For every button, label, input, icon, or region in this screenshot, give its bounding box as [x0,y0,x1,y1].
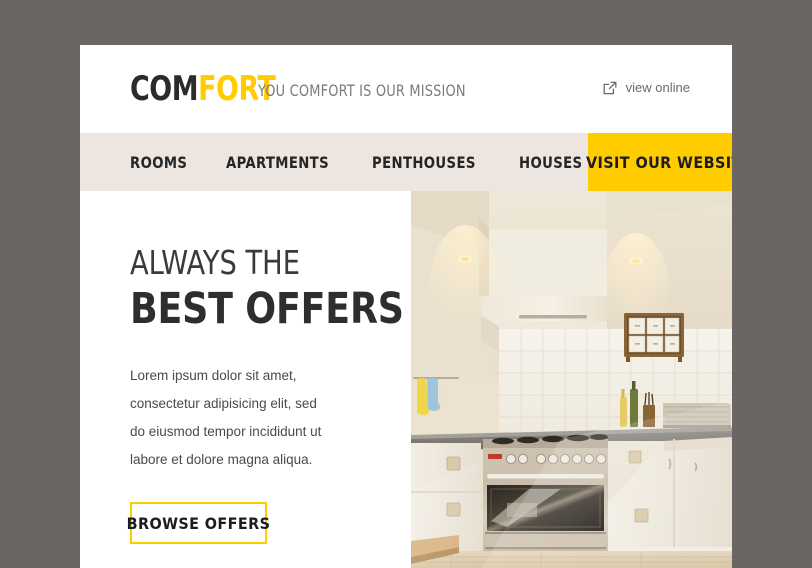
brand-logo-part1: COM [130,69,199,109]
nav-item-apartments[interactable]: APARTMENTS [226,153,329,172]
nav-item-penthouses[interactable]: PENTHOUSES [372,153,476,172]
hero-body-text: Lorem ipsum dolor sit amet, consectetur … [130,368,322,467]
view-online-link[interactable]: view online [603,80,690,95]
hero-headline-large: BEST OFFERS [130,284,404,334]
browse-offers-button[interactable]: BROWSE OFFERS [127,502,270,544]
nav-item-rooms[interactable]: ROOMS [130,153,187,172]
hero-kitchen-photo [411,191,732,568]
hero-section: ALWAYS THE BEST OFFERS Lorem ipsum dolor… [80,191,732,568]
visit-website-button[interactable]: VISIT OUR WEBSITE [586,133,732,191]
external-link-icon [603,81,617,95]
email-card: COMFORT YOU COMFORT IS OUR MISSION view … [80,45,732,568]
hero-headline-small: ALWAYS THE [130,243,300,282]
view-online-label: view online [625,80,690,95]
main-navigation: ROOMS APARTMENTS PENTHOUSES HOUSES VISIT… [80,133,732,191]
hero-text-column: ALWAYS THE BEST OFFERS Lorem ipsum dolor… [80,191,411,568]
nav-links: ROOMS APARTMENTS PENTHOUSES HOUSES [80,133,588,191]
brand-tagline: YOU COMFORT IS OUR MISSION [258,81,466,100]
brand-logo: COMFORT [130,69,276,109]
email-preview-page: COMFORT YOU COMFORT IS OUR MISSION view … [0,0,812,568]
kitchen-illustration [411,191,732,568]
email-header: COMFORT YOU COMFORT IS OUR MISSION view … [80,45,732,133]
nav-item-houses[interactable]: HOUSES [519,153,582,172]
